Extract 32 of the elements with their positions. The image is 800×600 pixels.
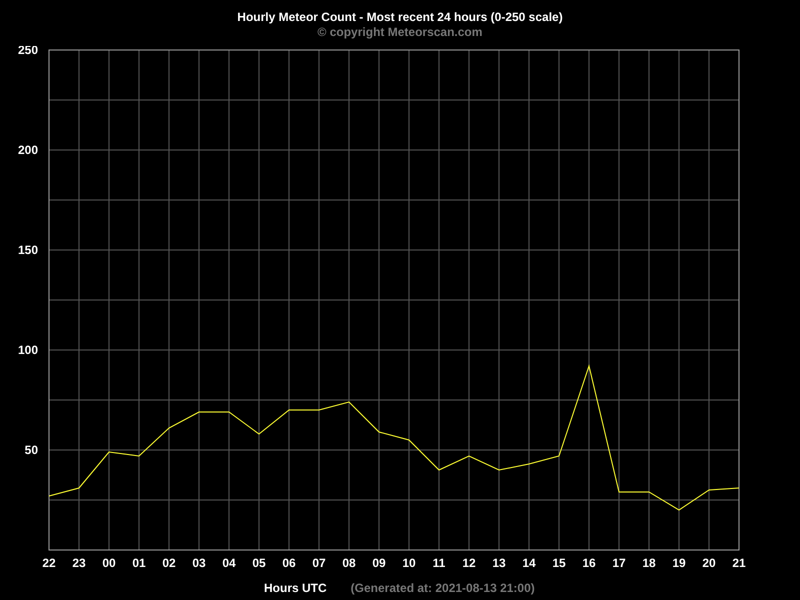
- x-tick-label: 06: [282, 556, 296, 570]
- x-tick-label: 19: [672, 556, 686, 570]
- x-tick-label: 10: [402, 556, 416, 570]
- x-tick-label: 11: [432, 556, 446, 570]
- chart-title: Hourly Meteor Count - Most recent 24 hours (0-250 scale): [237, 10, 563, 25]
- y-tick-label: 50: [24, 443, 38, 457]
- x-tick-label: 01: [132, 556, 146, 570]
- x-tick-label: 02: [162, 556, 176, 570]
- x-tick-label: 18: [642, 556, 656, 570]
- x-tick-label: 04: [222, 556, 236, 570]
- copyright-text: © copyright Meteorscan.com: [318, 25, 482, 40]
- x-tick-label: 00: [102, 556, 116, 570]
- x-tick-label: 08: [342, 556, 356, 570]
- x-tick-label: 05: [252, 556, 266, 570]
- x-tick-label: 16: [582, 556, 596, 570]
- y-tick-label: 100: [18, 343, 38, 357]
- x-tick-label: 22: [42, 556, 56, 570]
- x-tick-label: 07: [312, 556, 326, 570]
- x-tick-label: 23: [72, 556, 86, 570]
- x-tick-label: 14: [522, 556, 536, 570]
- x-tick-label: 03: [192, 556, 206, 570]
- generated-text: (Generated at: 2021-08-13 21:00): [350, 581, 535, 595]
- x-axis-label: Hours UTC: [264, 581, 327, 595]
- y-tick-label: 200: [18, 143, 38, 157]
- x-tick-label: 12: [462, 556, 476, 570]
- x-tick-label: 13: [492, 556, 506, 570]
- x-tick-label: 21: [732, 556, 746, 570]
- x-tick-label: 15: [552, 556, 566, 570]
- x-tick-label: 17: [612, 556, 626, 570]
- x-tick-label: 09: [372, 556, 386, 570]
- y-tick-label: 150: [18, 243, 38, 257]
- x-tick-label: 20: [702, 556, 716, 570]
